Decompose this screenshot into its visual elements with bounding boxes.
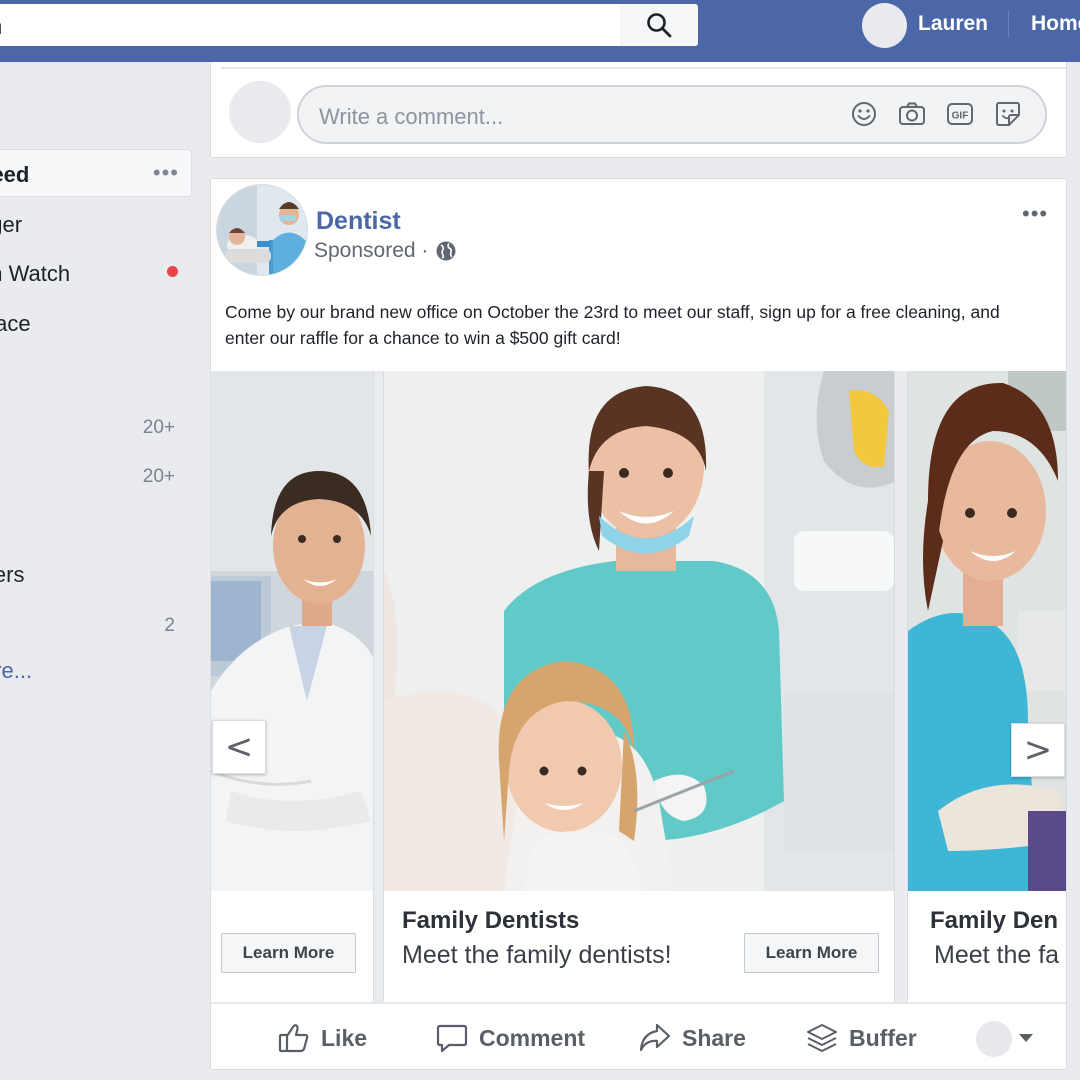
sidebar-count-badge: 2 [164, 615, 175, 636]
sidebar-item-label: Feed [0, 162, 30, 187]
post-action-bar: Like Comment Share Buffer [211, 1003, 1066, 1069]
search-icon [647, 13, 672, 38]
divider [221, 67, 1066, 69]
comment-composer: Write a comment... GIF [210, 62, 1067, 158]
carousel-image-dentist-woman[interactable] [908, 371, 1066, 891]
buffer-label: Buffer [849, 1024, 917, 1051]
profile-link[interactable]: Lauren [918, 12, 988, 36]
sidebar-count-badge: 20+ [142, 466, 175, 487]
carousel-prev-button[interactable]: < [212, 720, 266, 774]
carousel-card[interactable]: Learn More [211, 371, 374, 1002]
sidebar-item-messenger[interactable]: nger [0, 200, 192, 248]
carousel-card-subtitle: Meet the family dentists! [402, 941, 672, 969]
comment-input[interactable]: Write a comment... GIF [297, 85, 1047, 144]
search-field[interactable]: ch [0, 4, 698, 46]
carousel-image-family-dentists[interactable] [384, 371, 894, 891]
carousel-card-subtitle: Meet the fa [934, 941, 1060, 969]
gif-icon[interactable]: GIF [945, 99, 975, 129]
comment-icon [436, 1024, 468, 1053]
carousel-next-button[interactable]: > [1011, 723, 1065, 777]
page-avatar[interactable] [216, 184, 308, 276]
sponsored-label[interactable]: Sponsored · [314, 239, 428, 263]
thumbs-up-icon [278, 1024, 309, 1053]
sidebar-item-fundraisers[interactable]: isers [0, 550, 192, 598]
see-more-link[interactable]: ore... [0, 658, 32, 684]
learn-more-button[interactable]: Learn More [221, 933, 356, 973]
user-avatar[interactable] [862, 3, 907, 48]
sidebar-item-label: place [0, 311, 31, 336]
carousel-card-title: Family Den [930, 907, 1059, 934]
page-name-link[interactable]: Dentist [316, 207, 401, 236]
post-body-text: Come by our brand new office on October … [225, 302, 1000, 348]
nav-divider [1008, 10, 1009, 38]
sticker-icon[interactable] [993, 99, 1023, 129]
globe-icon [436, 241, 456, 261]
sidebar-item-label: on Watch [0, 261, 71, 286]
sidebar-item-news-feed[interactable]: Feed ••• [0, 149, 192, 197]
like-label: Like [321, 1024, 368, 1051]
carousel-card-title: Family Dentists [402, 907, 580, 934]
search-input-text[interactable]: ch [0, 13, 2, 40]
post-options-icon[interactable]: ••• [1022, 201, 1048, 227]
sidebar-item-marketplace[interactable]: place [0, 299, 192, 347]
comment-label: Comment [479, 1024, 586, 1051]
notification-dot [167, 266, 178, 277]
share-button[interactable]: Share [638, 1020, 746, 1056]
more-options-icon[interactable]: ••• [153, 160, 179, 186]
search-button[interactable] [620, 4, 698, 46]
sidebar-item-label: isers [0, 562, 25, 587]
reaction-profile-avatar[interactable] [976, 1021, 1012, 1057]
home-link[interactable]: Home [1031, 12, 1080, 36]
sponsored-post: Dentist Sponsored · ••• Come by our bran… [210, 178, 1067, 1070]
carousel-card[interactable]: Family Den Meet the fa [907, 371, 1066, 1002]
top-navigation-bar: ch Lauren Home [0, 0, 1080, 62]
emoji-icon[interactable] [849, 99, 879, 129]
buffer-layers-icon [807, 1024, 837, 1052]
like-button[interactable]: Like [277, 1020, 367, 1056]
buffer-button[interactable]: Buffer [805, 1020, 917, 1056]
carousel-image-dentist-man[interactable] [211, 371, 373, 891]
sidebar-item-label: nger [0, 212, 23, 237]
share-icon [639, 1023, 671, 1052]
learn-more-button[interactable]: Learn More [744, 933, 879, 973]
chevron-down-icon[interactable] [1019, 1034, 1033, 1042]
share-label: Share [682, 1024, 746, 1051]
camera-icon[interactable] [897, 99, 927, 129]
comment-placeholder: Write a comment... [319, 104, 504, 129]
sidebar-count-badge: 20+ [142, 417, 175, 438]
commenter-avatar [229, 81, 291, 143]
carousel: Learn More Family Dentists Meet the fami… [211, 371, 1066, 1003]
comment-button[interactable]: Comment [435, 1020, 585, 1056]
sidebar-item-watch[interactable]: on Watch [0, 249, 192, 297]
svg-text:GIF: GIF [952, 111, 969, 122]
carousel-card[interactable]: Family Dentists Meet the family dentists… [383, 371, 895, 1002]
